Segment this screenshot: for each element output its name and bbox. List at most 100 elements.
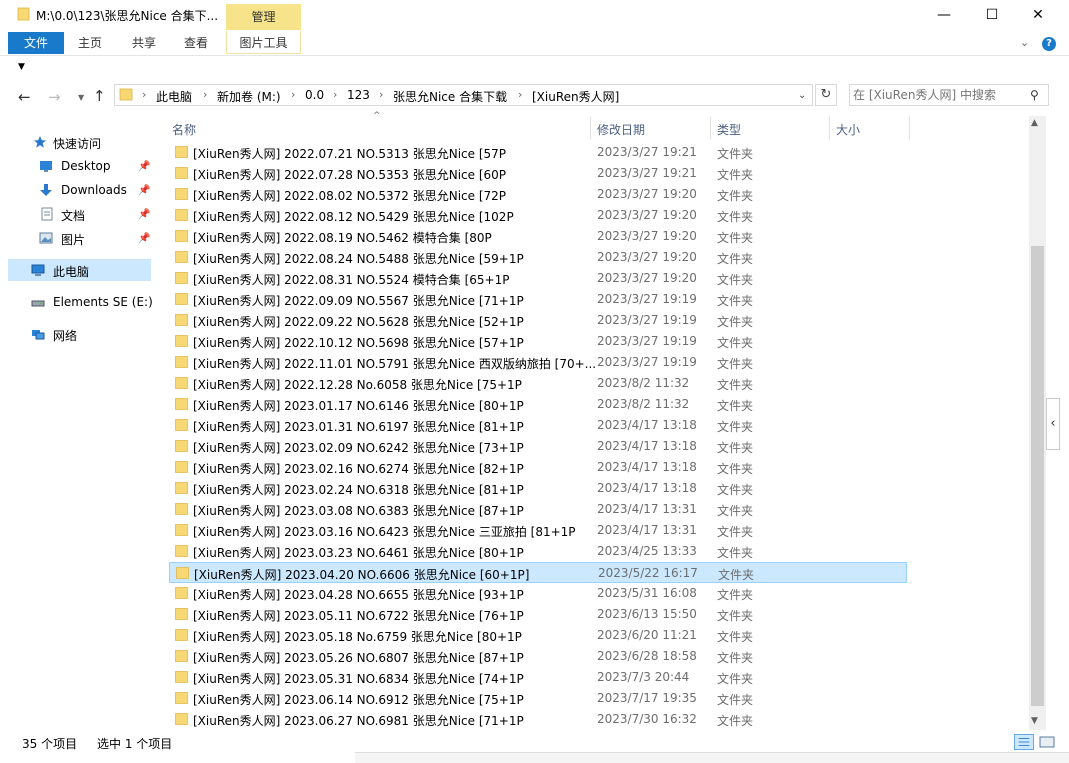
scrollbar-thumb[interactable]	[1031, 246, 1044, 706]
large-icons-view-icon[interactable]	[1038, 734, 1056, 750]
file-row[interactable]: [XiuRen秀人网] 2023.03.16 NO.6423 张思允Nice 三…	[169, 520, 907, 541]
file-name[interactable]: [XiuRen秀人网] 2022.10.12 NO.5698 张思允Nice […	[193, 334, 524, 351]
tab-picture-tools[interactable]: 图片工具	[226, 32, 301, 54]
file-name[interactable]: [XiuRen秀人网] 2023.05.31 NO.6834 张思允Nice […	[193, 670, 524, 687]
ribbon-expand-chevron-icon[interactable]: ⌄	[1020, 36, 1029, 49]
file-name[interactable]: [XiuRen秀人网] 2022.08.02 NO.5372 张思允Nice […	[193, 187, 506, 204]
file-name[interactable]: [XiuRen秀人网] 2023.02.09 NO.6242 张思允Nice […	[193, 439, 524, 456]
back-arrow-icon[interactable]: ←	[18, 88, 31, 106]
sidebar-item-desktop[interactable]: Desktop	[61, 159, 111, 173]
file-name[interactable]: [XiuRen秀人网] 2022.08.12 NO.5429 张思允Nice […	[193, 208, 514, 225]
close-button[interactable]: ✕	[1015, 0, 1061, 30]
file-row[interactable]: [XiuRen秀人网] 2022.11.01 NO.5791 张思允Nice 西…	[169, 352, 907, 373]
file-name[interactable]: [XiuRen秀人网] 2023.01.31 NO.6197 张思允Nice […	[193, 418, 524, 435]
file-name[interactable]: [XiuRen秀人网] 2023.03.08 NO.6383 张思允Nice […	[193, 502, 524, 519]
pin-icon[interactable]: 📌	[138, 233, 150, 244]
refresh-icon[interactable]: ↻	[815, 84, 837, 106]
tab-home[interactable]: 主页	[70, 32, 110, 54]
sidebar-item-downloads[interactable]: Downloads	[61, 183, 127, 197]
file-row[interactable]: [XiuRen秀人网] 2022.10.12 NO.5698 张思允Nice […	[169, 331, 907, 352]
file-name[interactable]: [XiuRen秀人网] 2023.02.24 NO.6318 张思允Nice […	[193, 481, 524, 498]
breadcrumb-drive[interactable]: 新加卷 (M:)	[217, 88, 281, 105]
minimize-button[interactable]: —	[921, 0, 967, 30]
help-icon[interactable]: ?	[1042, 37, 1056, 51]
file-row[interactable]: [XiuRen秀人网] 2022.08.24 NO.5488 张思允Nice […	[169, 247, 907, 268]
file-row[interactable]: [XiuRen秀人网] 2023.02.09 NO.6242 张思允Nice […	[169, 436, 907, 457]
file-row[interactable]: [XiuRen秀人网] 2023.02.24 NO.6318 张思允Nice […	[169, 478, 907, 499]
column-divider[interactable]	[829, 116, 830, 140]
file-name[interactable]: [XiuRen秀人网] 2022.07.21 NO.5313 张思允Nice […	[193, 145, 506, 162]
file-row[interactable]: [XiuRen秀人网] 2022.08.02 NO.5372 张思允Nice […	[169, 184, 907, 205]
file-name[interactable]: [XiuRen秀人网] 2023.05.11 NO.6722 张思允Nice […	[193, 607, 524, 624]
recent-locations-chevron-icon[interactable]: ▼	[78, 93, 84, 102]
tab-manage[interactable]: 管理	[226, 4, 301, 30]
breadcrumb-separator-icon[interactable]: ›	[142, 88, 146, 101]
breadcrumb-separator-icon[interactable]: ›	[333, 88, 337, 101]
file-row[interactable]: [XiuRen秀人网] 2023.03.08 NO.6383 张思允Nice […	[169, 499, 907, 520]
column-divider[interactable]	[590, 116, 591, 140]
sidebar-item-elements-drive[interactable]: Elements SE (E:)	[53, 295, 153, 309]
file-row[interactable]: [XiuRen秀人网] 2022.08.19 NO.5462 模特合集 [80P…	[169, 226, 907, 247]
file-name[interactable]: [XiuRen秀人网] 2023.01.17 NO.6146 张思允Nice […	[193, 397, 524, 414]
breadcrumb-folder-123[interactable]: 123	[347, 88, 370, 102]
file-name[interactable]: [XiuRen秀人网] 2023.05.26 NO.6807 张思允Nice […	[193, 649, 524, 666]
sidebar-item-documents[interactable]: 文档	[61, 207, 85, 224]
file-row[interactable]: [XiuRen秀人网] 2022.12.28 No.6058 张思允Nice […	[169, 373, 907, 394]
file-name[interactable]: [XiuRen秀人网] 2022.12.28 No.6058 张思允Nice […	[193, 376, 522, 393]
file-row[interactable]: [XiuRen秀人网] 2023.01.17 NO.6146 张思允Nice […	[169, 394, 907, 415]
column-header-size[interactable]: 大小	[836, 121, 860, 138]
breadcrumb-collection[interactable]: 张思允Nice 合集下载	[393, 88, 507, 105]
file-row[interactable]: [XiuRen秀人网] 2022.08.12 NO.5429 张思允Nice […	[169, 205, 907, 226]
file-row[interactable]: [XiuRen秀人网] 2023.03.23 NO.6461 张思允Nice […	[169, 541, 907, 562]
address-dropdown-chevron-icon[interactable]: ⌄	[798, 90, 806, 101]
breadcrumb-current[interactable]: [XiuRen秀人网]	[532, 88, 619, 105]
details-view-icon[interactable]	[1014, 734, 1034, 750]
file-row[interactable]: [XiuRen秀人网] 2023.05.11 NO.6722 张思允Nice […	[169, 604, 907, 625]
breadcrumb-separator-icon[interactable]: ›	[379, 88, 383, 101]
sidebar-item-this-pc[interactable]: 此电脑	[53, 263, 89, 280]
file-row[interactable]: [XiuRen秀人网] 2022.07.28 NO.5353 张思允Nice […	[169, 163, 907, 184]
file-name[interactable]: [XiuRen秀人网] 2022.08.24 NO.5488 张思允Nice […	[193, 250, 524, 267]
column-header-date[interactable]: 修改日期	[597, 121, 645, 138]
file-name[interactable]: [XiuRen秀人网] 2023.06.14 NO.6912 张思允Nice […	[193, 691, 524, 708]
breadcrumb-this-pc[interactable]: 此电脑	[156, 88, 192, 105]
file-row[interactable]: [XiuRen秀人网] 2022.09.09 NO.5567 张思允Nice […	[169, 289, 907, 310]
column-divider[interactable]	[710, 116, 711, 140]
file-name[interactable]: [XiuRen秀人网] 2023.06.27 NO.6981 张思允Nice […	[193, 712, 524, 729]
preview-pane-handle[interactable]: ‹	[1046, 398, 1060, 450]
maximize-button[interactable]: ☐	[969, 0, 1015, 30]
file-name[interactable]: [XiuRen秀人网] 2023.04.20 NO.6606 张思允Nice […	[194, 566, 529, 583]
file-name[interactable]: [XiuRen秀人网] 2023.03.23 NO.6461 张思允Nice […	[193, 544, 524, 561]
pin-icon[interactable]: 📌	[138, 185, 150, 196]
file-row[interactable]: [XiuRen秀人网] 2023.05.18 No.6759 张思允Nice […	[169, 625, 907, 646]
file-row[interactable]: [XiuRen秀人网] 2023.02.16 NO.6274 张思允Nice […	[169, 457, 907, 478]
up-arrow-icon[interactable]: ↑	[93, 87, 106, 105]
file-row[interactable]: [XiuRen秀人网] 2022.08.31 NO.5524 模特合集 [65+…	[169, 268, 907, 289]
customize-toolbar-icon[interactable]: ▼	[18, 62, 25, 72]
forward-arrow-icon[interactable]: →	[48, 88, 61, 106]
file-row[interactable]: [XiuRen秀人网] 2023.01.31 NO.6197 张思允Nice […	[169, 415, 907, 436]
file-name[interactable]: [XiuRen秀人网] 2023.03.16 NO.6423 张思允Nice 三…	[193, 523, 576, 540]
breadcrumb-folder-0-0[interactable]: 0.0	[305, 88, 324, 102]
file-row[interactable]: [XiuRen秀人网] 2023.06.14 NO.6912 张思允Nice […	[169, 688, 907, 709]
search-icon[interactable]: ⚲	[1030, 88, 1039, 102]
file-row[interactable]: [XiuRen秀人网] 2023.05.26 NO.6807 张思允Nice […	[169, 646, 907, 667]
file-name[interactable]: [XiuRen秀人网] 2022.09.09 NO.5567 张思允Nice […	[193, 292, 524, 309]
file-row[interactable]: [XiuRen秀人网] 2022.07.21 NO.5313 张思允Nice […	[169, 142, 907, 163]
file-name[interactable]: [XiuRen秀人网] 2023.05.18 No.6759 张思允Nice […	[193, 628, 522, 645]
file-name[interactable]: [XiuRen秀人网] 2022.08.31 NO.5524 模特合集 [65+…	[193, 271, 509, 288]
file-name[interactable]: [XiuRen秀人网] 2022.08.19 NO.5462 模特合集 [80P	[193, 229, 492, 246]
file-name[interactable]: [XiuRen秀人网] 2022.07.28 NO.5353 张思允Nice […	[193, 166, 506, 183]
file-row[interactable]: [XiuRen秀人网] 2023.06.27 NO.6981 张思允Nice […	[169, 709, 907, 730]
breadcrumb-separator-icon[interactable]: ›	[518, 88, 522, 101]
sidebar-item-pictures[interactable]: 图片	[61, 231, 85, 248]
file-row[interactable]: [XiuRen秀人网] 2022.09.22 NO.5628 张思允Nice […	[169, 310, 907, 331]
pin-icon[interactable]: 📌	[138, 209, 150, 220]
tab-view[interactable]: 查看	[176, 32, 216, 54]
column-divider[interactable]	[909, 116, 910, 140]
file-row[interactable]: [XiuRen秀人网] 2023.04.28 NO.6655 张思允Nice […	[169, 583, 907, 604]
breadcrumb-separator-icon[interactable]: ›	[203, 88, 207, 101]
file-name[interactable]: [XiuRen秀人网] 2022.11.01 NO.5791 张思允Nice 西…	[193, 355, 596, 372]
file-name[interactable]: [XiuRen秀人网] 2022.09.22 NO.5628 张思允Nice […	[193, 313, 524, 330]
sidebar-item-network[interactable]: 网络	[53, 327, 77, 344]
